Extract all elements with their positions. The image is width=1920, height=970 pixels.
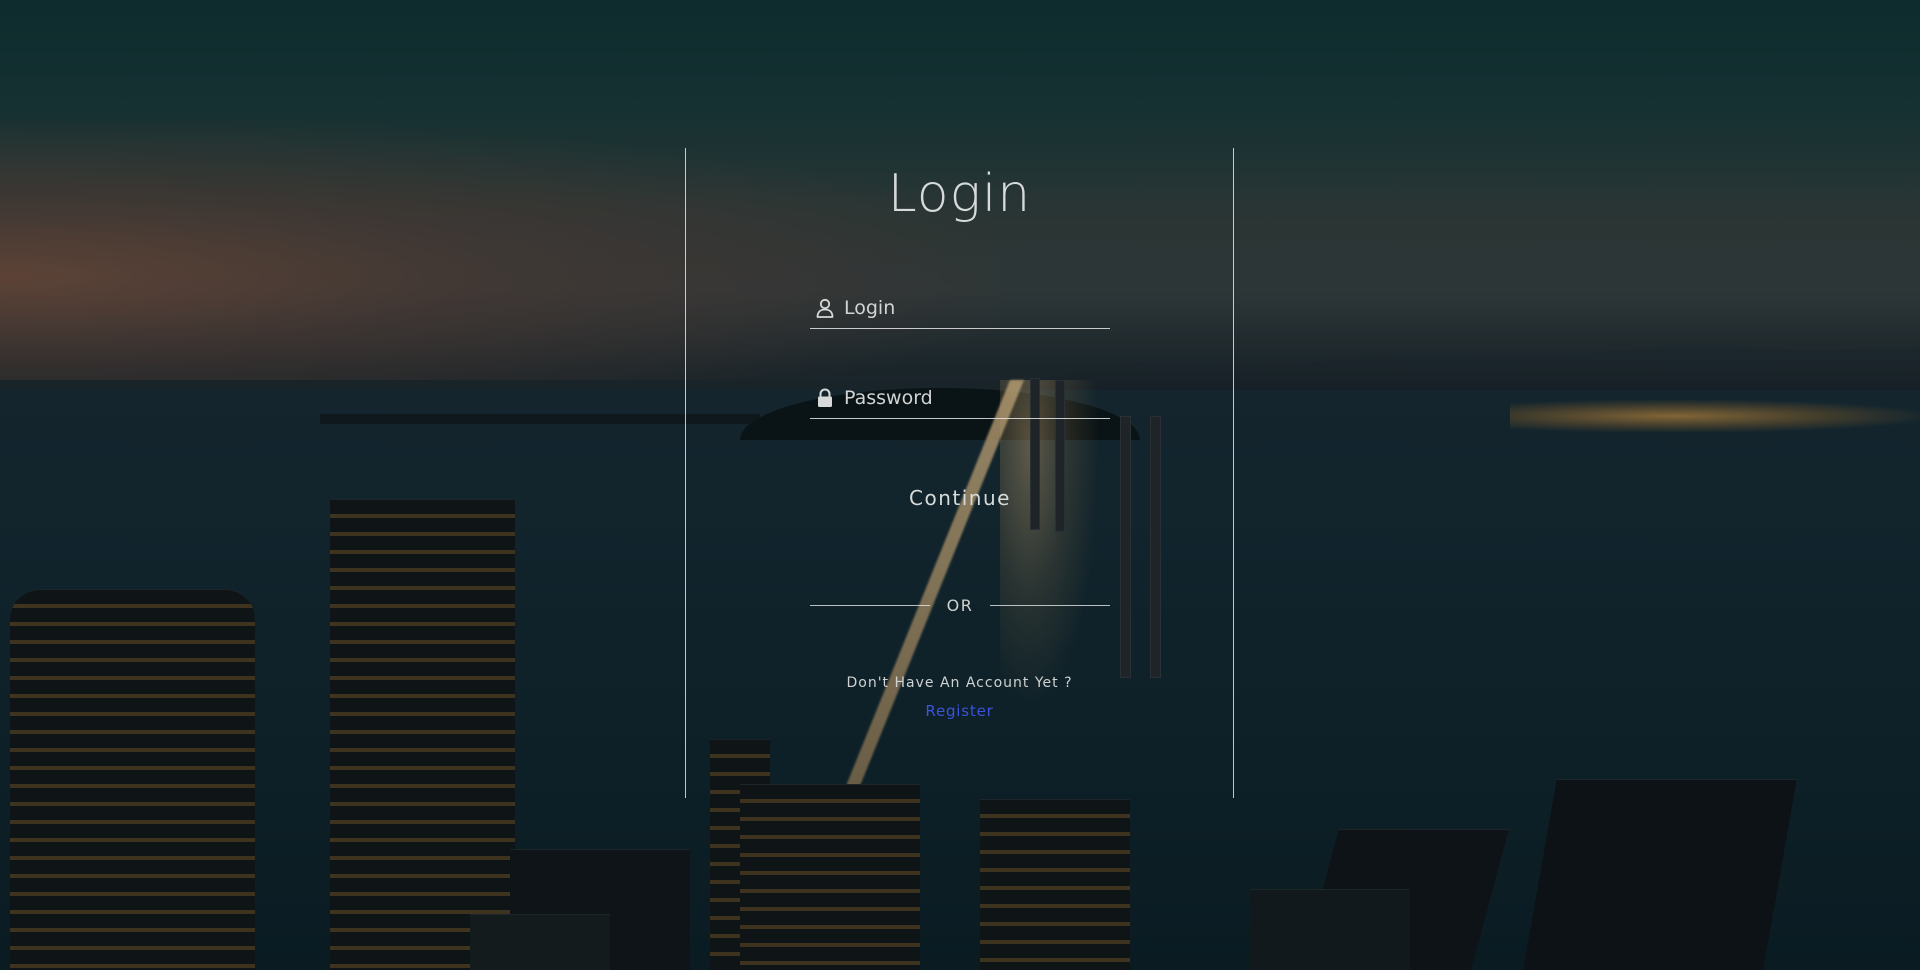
password-input[interactable] (844, 384, 1104, 412)
divider-line-right (990, 605, 1110, 606)
lock-icon (816, 388, 834, 408)
login-field (810, 290, 1110, 329)
page-title: Login (887, 164, 1032, 224)
user-icon (816, 298, 834, 318)
continue-button[interactable]: Continue (860, 482, 1060, 514)
no-account-text: Don't Have An Account Yet ? (846, 675, 1073, 691)
or-divider: OR (810, 596, 1110, 616)
login-input[interactable] (844, 294, 1104, 322)
password-field (810, 380, 1110, 419)
register-link[interactable]: Register (686, 702, 1233, 720)
login-panel: Login Continue OR Don't Have An Account … (685, 148, 1234, 798)
